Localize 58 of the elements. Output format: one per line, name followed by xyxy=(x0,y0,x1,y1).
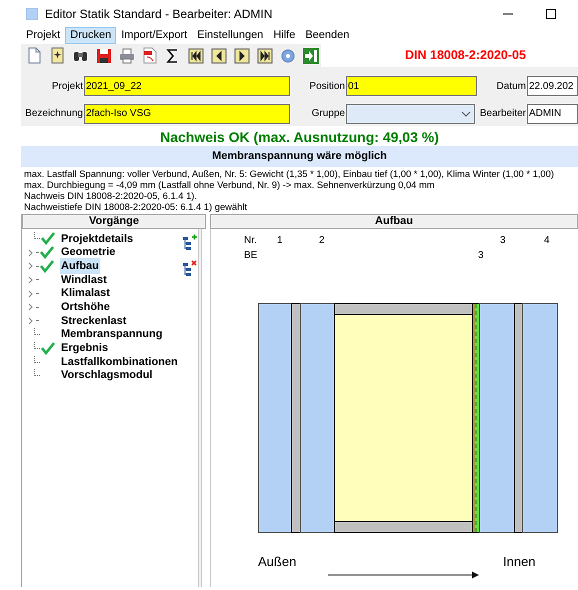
previous-page-icon[interactable] xyxy=(210,46,228,64)
input-field[interactable]: ADMIN xyxy=(527,104,578,124)
menu-item[interactable]: Einstellungen xyxy=(192,27,268,44)
save-icon[interactable] xyxy=(95,46,113,64)
layer-number: 3 xyxy=(478,249,484,263)
field-label: Gruppe xyxy=(312,107,346,122)
app-icon xyxy=(26,8,38,20)
exit-icon[interactable] xyxy=(302,46,320,64)
result-heading: Nachweis OK (max. Ausnutzung: 49,03 %) xyxy=(159,128,440,146)
dropdown-field[interactable] xyxy=(346,104,475,124)
chevron-down-icon xyxy=(461,110,471,118)
chevron-right-icon[interactable] xyxy=(28,303,33,312)
input-field[interactable]: 01 xyxy=(346,76,477,96)
layer-number: 2 xyxy=(319,234,325,248)
row-label: Nr. xyxy=(244,234,257,248)
menu-item[interactable]: Drucken xyxy=(65,27,116,44)
add-node-icon[interactable] xyxy=(182,234,198,251)
menu-item[interactable]: Beenden xyxy=(300,27,354,44)
chevron-right-icon[interactable] xyxy=(28,262,33,270)
remove-node-icon[interactable] xyxy=(182,260,198,277)
chevron-right-icon[interactable] xyxy=(28,276,33,284)
input-field[interactable]: 2021_09_22 xyxy=(84,76,290,96)
menu-item[interactable]: Hilfe xyxy=(268,27,300,44)
direction-label: Außen xyxy=(258,553,296,571)
tree-item[interactable]: Aufbau xyxy=(60,258,100,274)
menu-item[interactable]: Projekt xyxy=(21,27,66,44)
panel-header: Aufbau xyxy=(210,214,578,229)
info-line: max. Lastfall Spannung: voller Verbund, Außen, Nr. 5: Gewicht (1,35 * 1,00), Einbau tief (1,00 * 1,00), Klima Winter (1,00 * 1,00) xyxy=(24,168,555,179)
help-icon[interactable] xyxy=(279,46,297,64)
menu-item[interactable]: Import/Export xyxy=(116,27,192,44)
printer-icon[interactable] xyxy=(118,46,136,64)
info-line: Nachweis DIN 18008-2:2020-05, 6.1.4 1). xyxy=(24,190,198,201)
field-label: Projekt xyxy=(52,80,84,94)
last-page-icon[interactable] xyxy=(256,46,274,64)
chevron-right-icon[interactable] xyxy=(28,290,33,298)
info-line: max. Durchbiegung = -4,09 mm (Lastfall ohne Verbund, Nr. 9) -> max. Sehnenverkürzung 0,04 mm xyxy=(24,179,436,190)
field-label: Bearbeiter xyxy=(480,107,527,122)
field-label: Datum xyxy=(496,80,527,94)
field-label: Position xyxy=(309,80,346,94)
row-label: BE xyxy=(244,249,258,263)
chevron-right-icon[interactable] xyxy=(28,248,33,257)
window-title: Editor Statik Standard - Bearbeiter: ADMIN xyxy=(45,6,272,22)
direction-label: Innen xyxy=(503,553,536,571)
input-field[interactable]: 2fach-Iso VSG xyxy=(84,104,290,124)
info-line: Nachweistiefe DIN 18008-2:2020-05: 6.1.4 1) gewählt xyxy=(24,201,248,212)
chevron-right-icon[interactable] xyxy=(28,316,33,325)
next-page-icon[interactable] xyxy=(233,46,251,64)
first-page-icon[interactable] xyxy=(187,46,205,64)
pdf-icon[interactable] xyxy=(141,46,159,64)
field-label: Bezeichnung xyxy=(25,107,84,122)
maximize-icon[interactable] xyxy=(546,8,556,18)
panel-header: Vorgänge xyxy=(22,214,206,229)
input-field[interactable]: 22.09.202 xyxy=(527,76,578,96)
layer-number: 1 xyxy=(277,234,283,248)
layer-number: 3 xyxy=(500,234,506,248)
status-banner: Membranspannung wäre möglich xyxy=(21,146,578,167)
norm-label: DIN 18008-2:2020-05 xyxy=(405,47,526,64)
layer-number: 4 xyxy=(544,234,550,248)
